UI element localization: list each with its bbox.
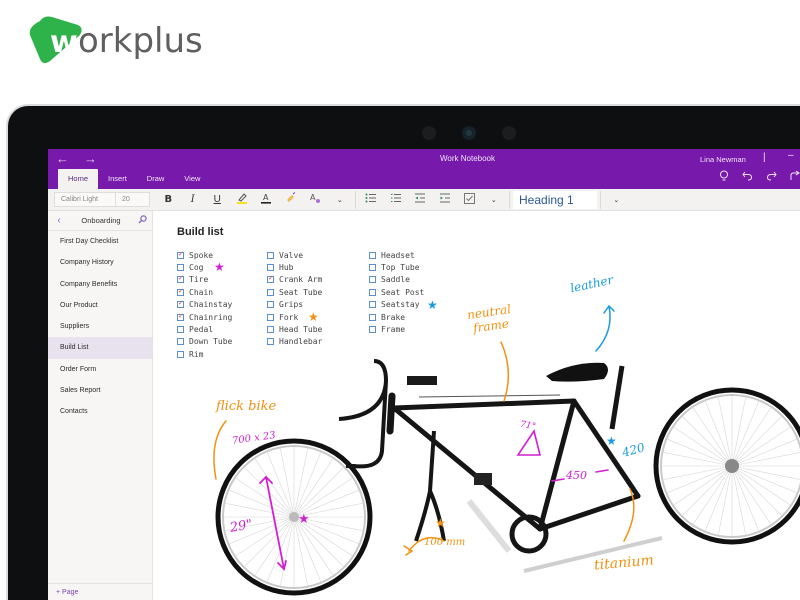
svg-text:A: A — [310, 193, 316, 202]
font-name-select[interactable]: Calibri Light — [54, 192, 116, 207]
star-icon: ★ — [298, 511, 310, 526]
sidebar-item-build-list[interactable]: Build List — [48, 337, 152, 359]
redo-icon[interactable] — [766, 170, 777, 185]
underline-button[interactable]: U — [205, 194, 230, 205]
indent-button[interactable] — [433, 193, 458, 206]
outdent-button[interactable] — [408, 193, 433, 206]
tab-home[interactable]: Home — [58, 169, 99, 189]
onenote-app: ← → Work Notebook Lina Newman | – Home I… — [48, 149, 800, 600]
logo-mark: w — [28, 15, 84, 65]
star-icon: ★ — [308, 310, 319, 324]
share-icon[interactable] — [790, 170, 800, 185]
sidebar-item-our-product[interactable]: Our Product — [48, 295, 152, 316]
page-list-sidebar: ‹ Onboarding First Day Checklist Company… — [48, 211, 153, 600]
clear-format-icon: A — [310, 193, 321, 203]
font-color-icon: A — [261, 193, 272, 204]
star-icon: ★ — [435, 516, 446, 530]
note-page[interactable]: Build list SpokeCogTireChainChainstayCha… — [154, 211, 800, 600]
style-chevron-icon[interactable]: ⌄ — [604, 196, 629, 204]
todo-tag-button[interactable] — [457, 192, 482, 207]
user-name[interactable]: Lina Newman — [700, 155, 746, 164]
more-format-chevron-icon[interactable]: ⌄ — [328, 196, 353, 204]
workplus-logo: w orkplus — [28, 14, 203, 66]
sidebar-item-suppliers[interactable]: Suppliers — [48, 316, 152, 337]
ink-strokes — [213, 304, 635, 571]
stem — [407, 376, 437, 385]
toolbar-divider — [355, 190, 356, 209]
stage: w orkplus ← → Work Notebook Lina Newman … — [0, 0, 800, 600]
bullet-list-icon — [365, 193, 377, 203]
ribbon-actions — [719, 170, 800, 185]
seatpost — [609, 365, 625, 430]
camera-icon — [462, 126, 476, 140]
crank-arm — [466, 499, 512, 553]
numbered-list-icon — [390, 194, 401, 202]
style-select[interactable]: Heading 1 — [513, 190, 597, 209]
logo-text: orkplus — [78, 21, 203, 61]
front-wheel — [215, 438, 373, 596]
tags-chevron-icon[interactable]: ⌄ — [482, 196, 507, 204]
back-icon[interactable]: ← — [56, 151, 69, 166]
star-icon: ★ — [214, 260, 225, 274]
lightbulb-icon[interactable] — [719, 170, 729, 185]
bold-button[interactable]: B — [156, 194, 181, 205]
sidebar-item-company-history[interactable]: Company History — [48, 252, 152, 273]
star-icon: ★ — [606, 434, 617, 448]
brake-cable — [418, 394, 561, 398]
logo-w: w — [50, 25, 78, 60]
undo-icon[interactable] — [742, 170, 753, 185]
spoke — [682, 416, 733, 467]
svg-text:A: A — [263, 193, 269, 202]
format-painter-icon — [286, 192, 296, 202]
font-size-select[interactable]: 20 — [116, 192, 150, 207]
sidebar-item-first-day-checklist[interactable]: First Day Checklist — [48, 231, 152, 252]
rear-wheel — [653, 387, 800, 545]
section-title[interactable]: Onboarding — [70, 216, 132, 225]
title-divider: | — [763, 152, 766, 163]
handlebar — [338, 359, 389, 469]
window-title: Work Notebook — [440, 154, 495, 163]
indent-icon — [439, 193, 450, 203]
annotation-tube-length: 450 — [566, 469, 587, 482]
star-icon: ★ — [427, 298, 438, 312]
format-painter-button[interactable] — [279, 192, 304, 207]
sensor-icon — [422, 126, 436, 140]
spoke — [293, 467, 344, 518]
sidebar-item-company-benefits[interactable]: Company Benefits — [48, 274, 152, 295]
sidebar-item-contacts[interactable]: Contacts — [48, 401, 152, 422]
spoke — [682, 465, 733, 516]
search-icon[interactable] — [132, 215, 152, 226]
add-page-button[interactable]: + Page — [48, 583, 152, 600]
font-color-button[interactable]: A — [254, 192, 279, 207]
sidebar-item-order-form[interactable]: Order Form — [48, 359, 152, 380]
tab-insert[interactable]: Insert — [98, 169, 137, 189]
minimize-icon[interactable]: – — [788, 150, 794, 161]
spoke — [731, 416, 782, 467]
bullet-list-button[interactable] — [359, 193, 384, 206]
annotation-flick-bike: flick bike — [216, 399, 277, 414]
toolbar-divider — [600, 190, 601, 209]
spoke — [731, 465, 782, 516]
clear-format-button[interactable]: A — [303, 192, 328, 207]
checkbox-tag-icon — [463, 192, 475, 204]
back-chevron-icon[interactable]: ‹ — [48, 215, 70, 226]
ribbon-tabs: Home Insert Draw View — [58, 169, 210, 189]
formatting-toolbar: Calibri Light 20 B I U A A ⌄ ⌄ Heading 1… — [48, 189, 800, 211]
highlight-button[interactable] — [230, 192, 255, 207]
title-bar: ← → Work Notebook Lina Newman | – Home I… — [48, 149, 800, 189]
numbered-list-button[interactable] — [384, 193, 409, 206]
sidebar-item-sales-report[interactable]: Sales Report — [48, 380, 152, 401]
forward-icon[interactable]: → — [84, 151, 97, 166]
italic-button[interactable]: I — [181, 194, 206, 205]
tab-draw[interactable]: Draw — [137, 169, 175, 189]
outdent-icon — [415, 193, 426, 203]
saddle — [546, 362, 608, 382]
toolbar-divider — [509, 190, 510, 209]
pedal — [474, 473, 492, 485]
sensor-icon — [502, 126, 516, 140]
highlighter-icon — [236, 193, 247, 204]
tab-view[interactable]: View — [174, 169, 210, 189]
annotation-fork-width: 100 mm — [424, 537, 466, 548]
section-header: ‹ Onboarding — [48, 211, 152, 231]
